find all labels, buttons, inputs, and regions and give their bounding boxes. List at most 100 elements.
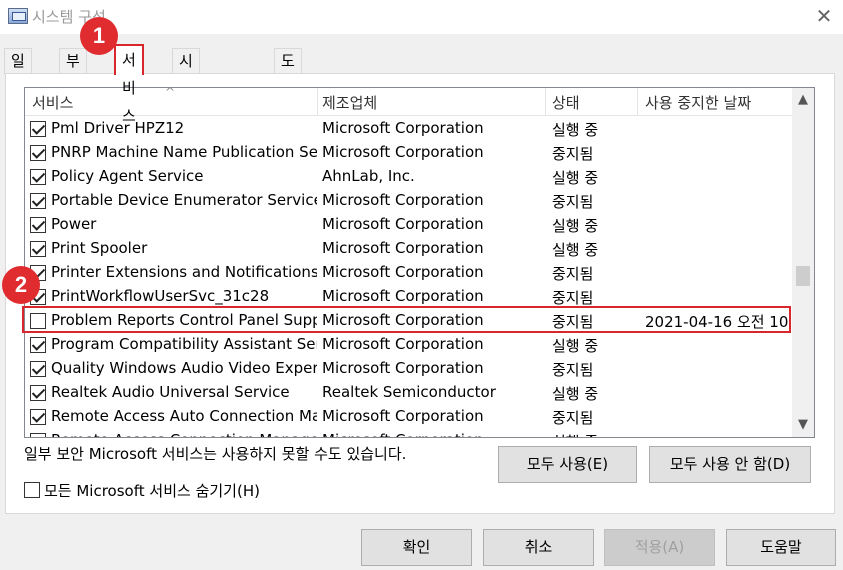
service-checkbox[interactable] (30, 193, 46, 209)
column-header-date-disabled[interactable]: 사용 중지한 날짜 (645, 92, 751, 113)
service-name: Print Spooler (51, 239, 148, 257)
service-name: Quality Windows Audio Video Experi... (51, 359, 317, 377)
disable-all-button[interactable]: 모두 사용 안 함(D) (649, 446, 811, 483)
table-row[interactable]: Remote Access Connection Manager Microsof… (25, 429, 792, 437)
table-row[interactable]: Remote Access Auto Connection Ma... Micro… (25, 405, 792, 429)
table-row[interactable]: Quality Windows Audio Video Experi... Mic… (25, 357, 792, 381)
table-row[interactable]: Program Compatibility Assistant Servi...… (25, 333, 792, 357)
service-checkbox[interactable] (30, 145, 46, 161)
annotation-badge-2: 2 (2, 266, 40, 304)
service-status: 실행 중 (552, 169, 599, 187)
scroll-up-icon[interactable]: ▲ (792, 90, 814, 110)
tab-boot[interactable]: 부팅 (59, 48, 87, 94)
scroll-thumb[interactable] (796, 266, 810, 286)
service-name: Policy Agent Service (51, 167, 204, 185)
service-name: PrintWorkflowUserSvc_31c28 (51, 287, 270, 305)
annotation-badge-1: 1 (80, 17, 118, 55)
service-checkbox[interactable] (30, 409, 46, 425)
service-manufacturer: Microsoft Corporation (322, 215, 484, 233)
service-manufacturer: Microsoft Corporation (322, 335, 484, 353)
service-status: 실행 중 (552, 241, 599, 259)
vertical-scrollbar[interactable]: ▲ ▼ (792, 88, 814, 437)
service-manufacturer: Microsoft Corporation (322, 191, 484, 209)
table-row[interactable]: Power Microsoft Corporation 실행 중 (25, 213, 792, 237)
service-status: 중지됨 (552, 265, 594, 283)
column-divider[interactable] (637, 88, 638, 115)
service-checkbox[interactable] (30, 433, 46, 437)
service-manufacturer: Microsoft Corporation (322, 311, 484, 329)
service-checkbox[interactable] (30, 241, 46, 257)
service-manufacturer: Microsoft Corporation (322, 287, 484, 305)
service-status: 중지됨 (552, 145, 594, 163)
table-row[interactable]: PNRP Machine Name Publication Ser... Micr… (25, 141, 792, 165)
table-row[interactable]: Problem Reports Control Panel Supp... Mic… (25, 309, 792, 333)
column-header-manufacturer[interactable]: 제조업체 (322, 92, 377, 113)
service-status: 중지됨 (552, 289, 594, 307)
service-name: PNRP Machine Name Publication Ser... (51, 143, 317, 161)
service-status: 실행 중 (552, 121, 599, 139)
service-manufacturer: Microsoft Corporation (322, 263, 484, 281)
help-button[interactable]: 도움말 (726, 529, 836, 566)
column-divider[interactable] (545, 88, 546, 115)
service-manufacturer: AhnLab, Inc. (322, 167, 415, 185)
security-notice: 일부 보안 Microsoft 서비스는 사용하지 못할 수도 있습니다. (24, 445, 407, 463)
table-row[interactable]: Policy Agent Service AhnLab, Inc. 실행 중 (25, 165, 792, 189)
service-manufacturer: Microsoft Corporation (322, 143, 484, 161)
service-name: Realtek Audio Universal Service (51, 383, 290, 401)
service-checkbox[interactable] (30, 385, 46, 401)
tab-tools[interactable]: 도구 (274, 48, 302, 94)
service-status: 중지됨 (552, 193, 594, 211)
enable-all-button[interactable]: 모두 사용(E) (498, 446, 637, 483)
tab-startup[interactable]: 시작프로그램 (172, 48, 200, 190)
service-manufacturer: Microsoft Corporation (322, 359, 484, 377)
service-name: Pml Driver HPZ12 (51, 119, 185, 137)
column-header-status[interactable]: 상태 (552, 92, 580, 113)
service-status: 실행 중 (552, 385, 599, 403)
hide-ms-label[interactable]: 모든 Microsoft 서비스 숨기기(H) (44, 480, 260, 501)
service-status: 실행 중 (552, 217, 599, 235)
service-manufacturer: Realtek Semiconductor (322, 383, 496, 401)
service-manufacturer: Microsoft Corporation (322, 407, 484, 425)
apply-button[interactable]: 적용(A) (604, 529, 715, 566)
table-row[interactable]: Print Spooler Microsoft Corporation 실행 중 (25, 237, 792, 261)
table-row[interactable]: Printer Extensions and Notifications Micr… (25, 261, 792, 285)
service-name: Power (51, 215, 97, 233)
column-divider[interactable] (317, 88, 318, 115)
service-status: 중지됨 (552, 313, 594, 331)
service-checkbox[interactable] (30, 337, 46, 353)
service-checkbox[interactable] (30, 361, 46, 377)
ok-button[interactable]: 확인 (361, 529, 472, 566)
service-checkbox[interactable] (30, 121, 46, 137)
scroll-down-icon[interactable]: ▼ (792, 415, 814, 435)
service-manufacturer: Microsoft Corporation (322, 119, 484, 137)
service-name: Printer Extensions and Notifications (51, 263, 317, 281)
service-name: Portable Device Enumerator Service (51, 191, 317, 209)
system-config-icon (8, 8, 28, 24)
cancel-button[interactable]: 취소 (483, 529, 594, 566)
service-checkbox[interactable] (30, 313, 46, 329)
list-header: 서비스 ^ 제조업체 상태 사용 중지한 날짜 (25, 88, 792, 116)
service-status: 중지됨 (552, 409, 594, 427)
services-list: 서비스 ^ 제조업체 상태 사용 중지한 날짜 Pml Driver HPZ12… (24, 87, 815, 438)
table-row[interactable]: PrintWorkflowUserSvc_31c28 Microsoft Corp… (25, 285, 792, 309)
service-name: Remote Access Connection Manager (51, 431, 317, 437)
table-row[interactable]: Portable Device Enumerator Service Micros… (25, 189, 792, 213)
service-status: 중지됨 (552, 361, 594, 379)
service-status: 실행 중 (552, 337, 599, 355)
hide-ms-checkbox-box[interactable] (24, 482, 40, 498)
table-row[interactable]: Pml Driver HPZ12 Microsoft Corporation 실행 … (25, 117, 792, 141)
service-name: Remote Access Auto Connection Ma... (51, 407, 317, 425)
tab-services[interactable]: 서비스 (114, 44, 144, 125)
service-checkbox[interactable] (30, 169, 46, 185)
tab-general[interactable]: 일반 (4, 48, 32, 94)
service-status: 실행 중 (552, 431, 636, 437)
sort-ascending-icon: ^ (165, 87, 176, 99)
close-button[interactable]: ✕ (808, 2, 840, 30)
title-bar: 시스템 구성 ✕ (0, 0, 843, 34)
service-manufacturer: Microsoft Corporation (322, 431, 544, 437)
table-row[interactable]: Realtek Audio Universal Service Realtek S… (25, 381, 792, 405)
service-checkbox[interactable] (30, 217, 46, 233)
service-name: Program Compatibility Assistant Servi... (51, 335, 317, 353)
column-header-service[interactable]: 서비스 (32, 92, 73, 113)
service-name: Problem Reports Control Panel Supp... (51, 311, 317, 329)
